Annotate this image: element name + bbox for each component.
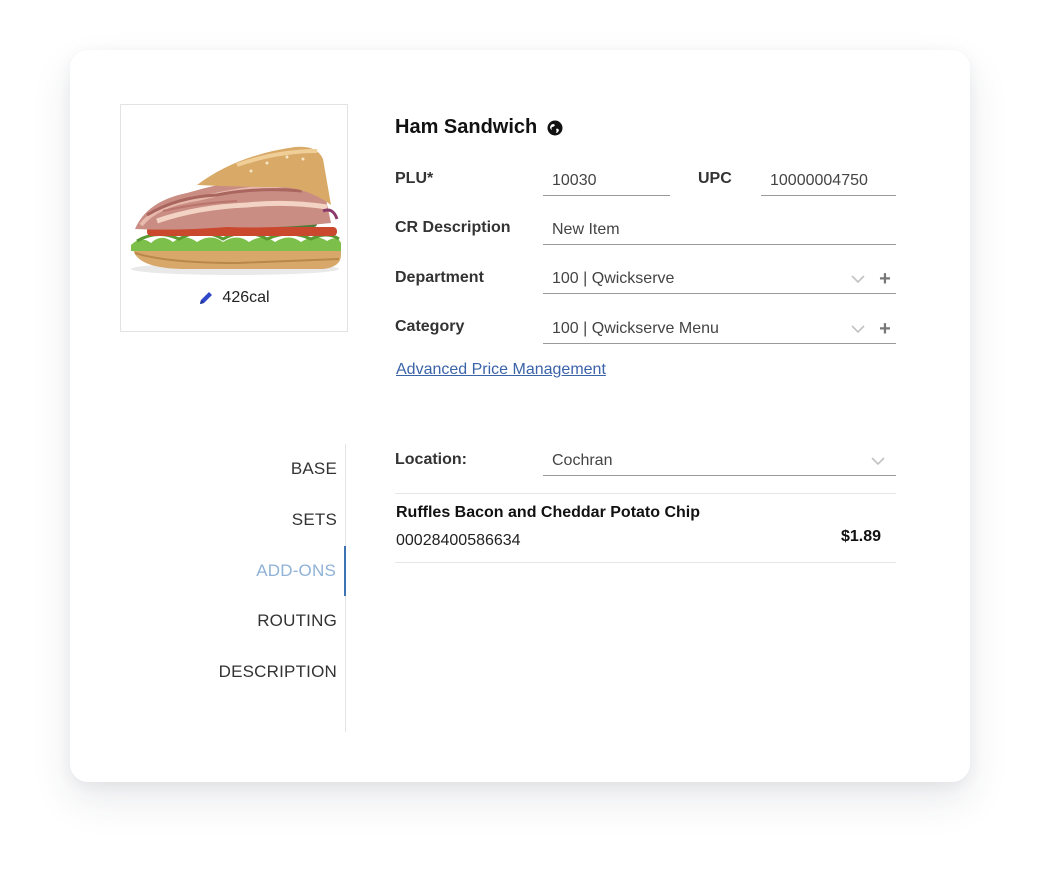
nav-item-sets[interactable]: SETS: [129, 495, 345, 545]
addon-price: $1.89: [840, 528, 881, 545]
item-title: Ham Sandwich: [395, 116, 538, 138]
nav-item-add-ons[interactable]: ADD-ONS: [130, 546, 346, 596]
upc-field[interactable]: 10000004750: [761, 166, 896, 196]
globe-icon[interactable]: [547, 120, 563, 136]
nav-item-routing[interactable]: ROUTING: [129, 596, 345, 646]
item-editor-card: 426cal Ham Sandwich PLU* 10030 UPC 10000…: [70, 50, 970, 782]
pencil-icon[interactable]: [198, 290, 214, 306]
plu-value: 10030: [552, 171, 597, 189]
cr-description-value: New Item: [552, 220, 620, 238]
addon-code: 00028400586634: [396, 532, 521, 549]
location-label: Location:: [395, 451, 467, 468]
advanced-price-management-link[interactable]: Advanced Price Management: [396, 361, 606, 379]
nav-item-base[interactable]: BASE: [129, 444, 345, 494]
calories-value: 426cal: [222, 289, 270, 306]
addon-list-item[interactable]: Ruffles Bacon and Cheddar Potato Chip 00…: [395, 493, 896, 563]
add-category-plus-icon[interactable]: +: [876, 319, 894, 339]
upc-value: 10000004750: [770, 171, 868, 189]
chevron-down-icon[interactable]: [848, 324, 868, 333]
location-value: Cochran: [552, 451, 613, 469]
item-title-row: Ham Sandwich: [395, 116, 563, 139]
location-select[interactable]: Cochran: [543, 446, 896, 476]
chevron-down-icon[interactable]: [868, 456, 888, 465]
add-department-plus-icon[interactable]: +: [876, 269, 894, 289]
item-photo-box[interactable]: 426cal: [120, 104, 348, 332]
cr-description-label: CR Description: [395, 219, 511, 236]
nav-item-description[interactable]: DESCRIPTION: [129, 647, 345, 697]
chevron-down-icon[interactable]: [848, 274, 868, 283]
sandwich-image: [131, 146, 341, 275]
section-nav: BASE SETS ADD-ONS ROUTING DESCRIPTION: [130, 444, 346, 732]
category-select[interactable]: 100 | Qwickserve Menu +: [543, 314, 896, 344]
plu-label: PLU*: [395, 170, 434, 187]
department-value: 100 | Qwickserve: [552, 269, 675, 287]
category-value: 100 | Qwickserve Menu: [552, 319, 719, 337]
addon-name: Ruffles Bacon and Cheddar Potato Chip: [396, 504, 701, 521]
cr-description-field[interactable]: New Item: [543, 215, 896, 245]
plu-field[interactable]: 10030: [543, 166, 670, 196]
upc-label: UPC: [698, 170, 732, 187]
calories-row[interactable]: 426cal: [121, 289, 347, 307]
department-select[interactable]: 100 | Qwickserve +: [543, 264, 896, 294]
department-label: Department: [395, 269, 484, 286]
category-label: Category: [395, 318, 465, 335]
